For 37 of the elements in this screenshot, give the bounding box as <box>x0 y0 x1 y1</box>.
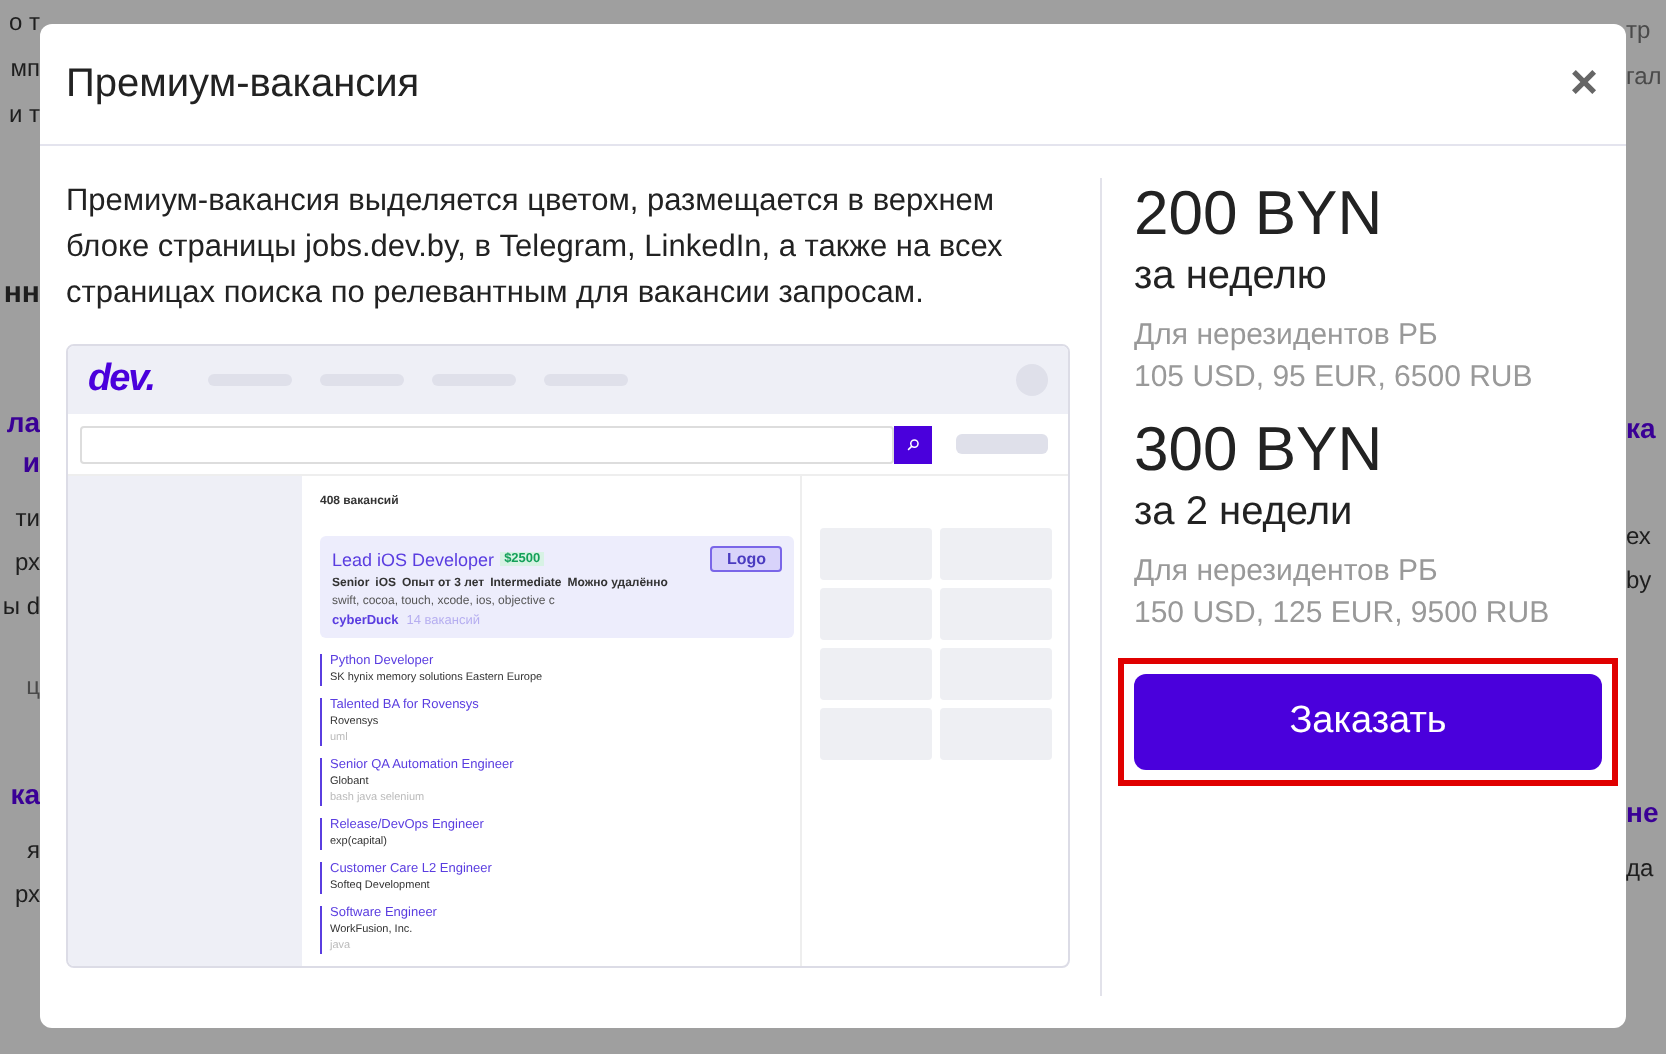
period-text: за 2 недели <box>1134 488 1355 538</box>
dialog-title: Премиум-вакансия <box>66 61 420 107</box>
background-text: я <box>27 836 40 864</box>
background-text: гал <box>1626 62 1662 90</box>
logo-field: Logo <box>710 546 782 572</box>
button-placeholder <box>956 434 1048 455</box>
order-button[interactable]: Заказать <box>1134 674 1602 770</box>
note-text: Для нерезидентов РБ <box>1134 316 1440 356</box>
background-text: ла <box>6 408 40 436</box>
period-text: за неделю <box>1134 252 1329 302</box>
background-text: рх <box>14 880 40 908</box>
background-text: мп <box>10 54 40 82</box>
background-text: ех <box>1626 522 1651 550</box>
description-text: Премиум-вакансия выделяется цветом, размещается в верхнем блоке страницы jobs.dev.by, в Telegram, LinkedIn, а также на всех страницах поиска по релевантным для вакансии запросам. <box>66 182 1005 314</box>
background-text: тр <box>1626 16 1651 44</box>
background-text: и т <box>8 100 40 128</box>
search-icon <box>906 437 921 452</box>
price-text: 300 BYN <box>1134 414 1385 486</box>
background-text: ти <box>15 504 40 532</box>
background-text: by <box>1626 566 1652 594</box>
logo: dev. <box>88 358 156 403</box>
background-text: ы d <box>2 592 40 620</box>
job-title: Lead iOS Developer <box>332 549 495 569</box>
background-text: рх <box>14 548 40 576</box>
background-text: ка <box>10 780 40 808</box>
background-text: ка <box>1626 414 1656 442</box>
foreign-price-text: 105 USD, 95 EUR, 6500 RUB <box>1134 358 1535 398</box>
foreign-price-text: 150 USD, 125 EUR, 9500 RUB <box>1134 594 1552 634</box>
price-text: 200 BYN <box>1134 178 1385 250</box>
background-text: да <box>1626 854 1654 882</box>
background-text: и <box>22 448 40 476</box>
note-text: Для нерезидентов РБ <box>1134 552 1440 592</box>
close-button[interactable]: × <box>1561 56 1606 112</box>
background-text: нн <box>3 280 40 308</box>
background-text: ц <box>26 672 40 700</box>
background-text: не <box>1626 798 1659 826</box>
background-text: о т <box>8 8 40 36</box>
